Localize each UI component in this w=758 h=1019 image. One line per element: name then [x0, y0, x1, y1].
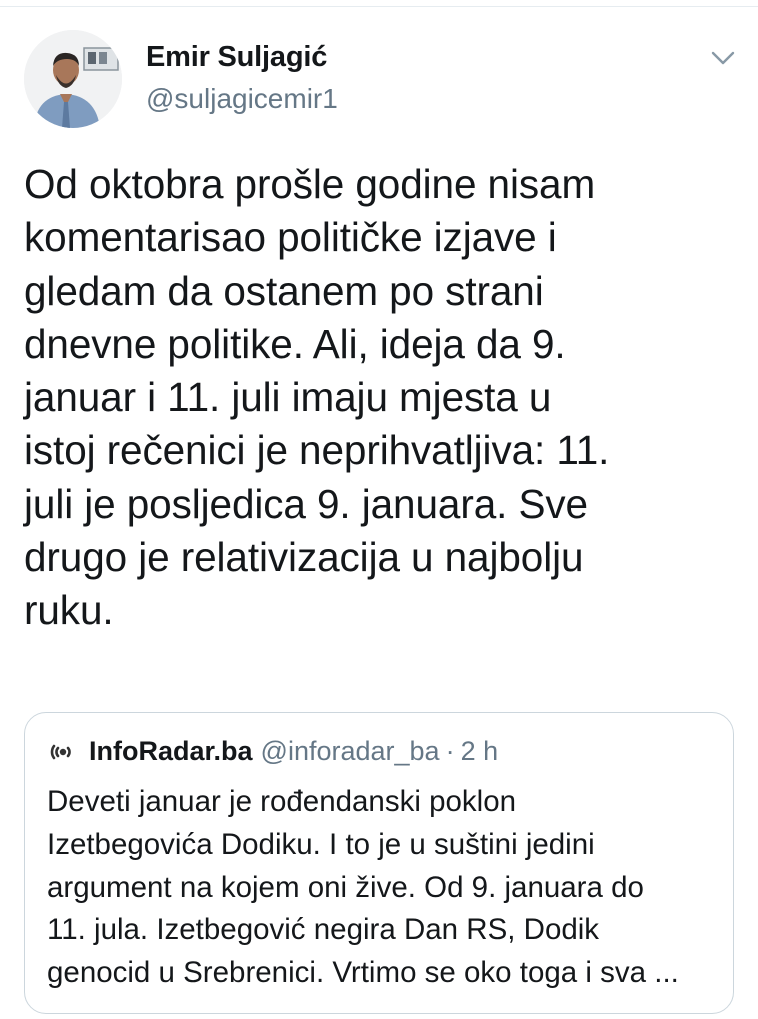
quoted-timestamp[interactable]: 2 h: [461, 736, 499, 767]
tweet-header: Emir Suljagić @suljagicemir1: [24, 30, 744, 134]
quoted-tweet-card[interactable]: InfoRadar.ba @inforadar_ba · 2 h Deveti …: [24, 712, 734, 1014]
tweet-text: Od oktobra prošle godine nisam komentari…: [24, 161, 610, 634]
author-handle[interactable]: @suljagicemir1: [146, 82, 338, 116]
author-avatar[interactable]: [24, 30, 122, 128]
quoted-tweet-text: Deveti januar je rođendanski poklon Izet…: [47, 785, 679, 990]
author-display-name[interactable]: Emir Suljagić: [146, 40, 338, 74]
quoted-display-name[interactable]: InfoRadar.ba: [89, 736, 253, 767]
user-photo-avatar-icon: [24, 30, 122, 128]
quoted-tweet-header: InfoRadar.ba @inforadar_ba · 2 h: [47, 733, 498, 769]
quoted-handle[interactable]: @inforadar_ba: [261, 736, 440, 767]
quoted-separator: ·: [445, 735, 455, 766]
top-divider: [0, 6, 758, 7]
chevron-down-icon[interactable]: [710, 48, 736, 68]
inforadar-logo-icon: [47, 736, 77, 766]
